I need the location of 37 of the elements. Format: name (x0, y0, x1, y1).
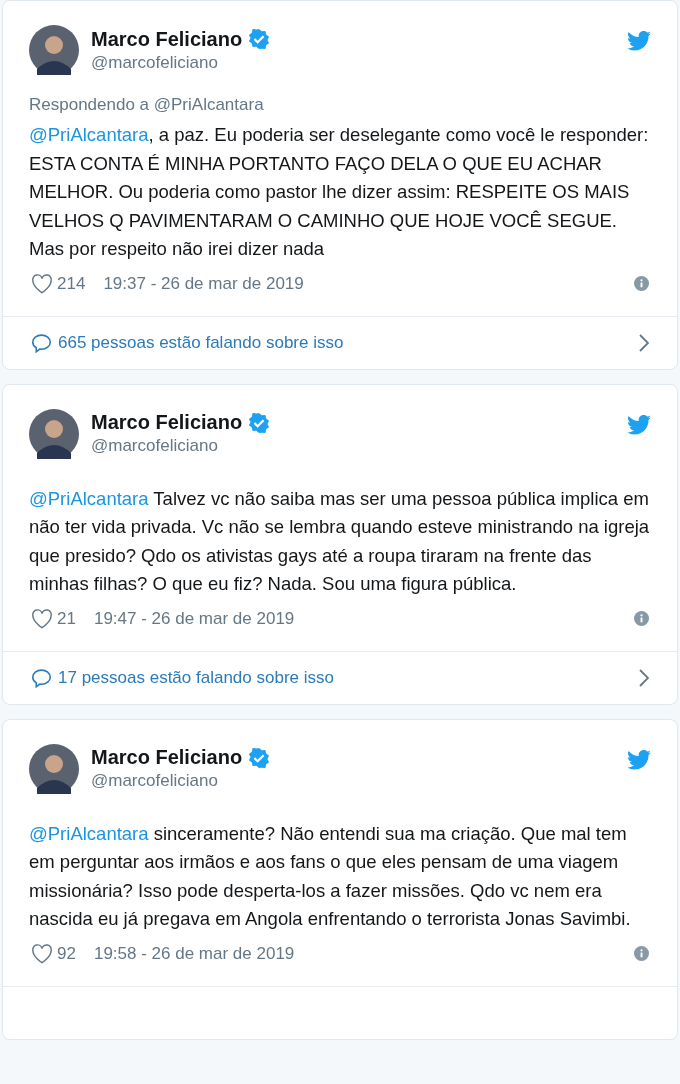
avatar-icon[interactable] (29, 25, 79, 75)
twitter-bird-icon[interactable] (627, 414, 651, 435)
tweet-text: @PriAlcantara, a paz. Eu poderia ser deselegante como você le responder: ESTA CONTA É MINHA PORTANTO FAÇO DELA O QUE EU ACHAR MELHOR. Ou poderia como pastor lhe dizer assim: RESPEITE OS MAIS VELHOS Q PAVIMENTARAM O CAMINHO QUE HOJE VOCÊ SEGUE. Mas por respeito não irei dizer nada (29, 123, 650, 261)
twitter-bird-icon[interactable] (627, 749, 651, 770)
user-handle[interactable]: @marcofeliciano (91, 52, 627, 73)
info-icon[interactable] (634, 946, 649, 961)
user-name[interactable]: Marco Feliciano (91, 27, 243, 51)
user-name[interactable]: Marco Feliciano (91, 411, 243, 434)
heart-icon[interactable] (31, 608, 53, 629)
tweet-timestamp[interactable]: 19:47 - 26 de mar de 2019 (93, 608, 634, 629)
tweet-timestamp[interactable]: 19:58 - 26 de mar de 2019 (93, 943, 634, 964)
conversation-link[interactable]: 665 pessoas estão falando sobre isso (58, 332, 639, 353)
conversation-link[interactable]: 17 pessoas estão falando sobre isso (58, 667, 639, 688)
mention-link[interactable]: @PriAlcantara (29, 487, 149, 509)
info-icon[interactable] (634, 276, 649, 291)
user-name[interactable]: Marco Feliciano (91, 746, 243, 769)
tweet-text: @PriAlcantara Talvez vc não saiba mas ser uma pessoa pública implica em não ter vida privada. Vc não se lembra quando esteve ministrando na igreja que presido? Qdo os ativistas gays até a roupa tiraram na frente das minhas filhas? O que eu fiz? Nada. Sou uma figura pública. (29, 486, 651, 596)
like-count: 92 (57, 943, 76, 964)
tweet-timestamp[interactable]: 19:37 - 26 de mar de 2019 (103, 273, 634, 294)
heart-icon[interactable] (31, 273, 53, 294)
twitter-bird-icon[interactable] (627, 31, 651, 51)
mention-link[interactable]: @PriAlcantara (29, 822, 149, 844)
info-icon[interactable] (634, 611, 649, 626)
user-handle[interactable]: @marcofeliciano (91, 436, 627, 456)
avatar-icon[interactable] (29, 408, 79, 459)
avatar-icon[interactable] (29, 743, 79, 794)
comment-icon[interactable] (31, 667, 52, 688)
comment-icon[interactable] (31, 332, 52, 353)
chevron-right-icon[interactable] (639, 668, 649, 687)
heart-icon[interactable] (31, 943, 53, 964)
tweet-text: @PriAlcantara sinceramente? Não entendi sua ma criação. Que mal tem em perguntar aos irmãos e aos fans o que eles pensam de uma viagem missionária? Isso pode desperta-los a fazer missões. Qdo vc nem era nascida eu já pregava em Angola enfrentando o terrorista Jonas Savimbi. (29, 821, 632, 931)
user-handle[interactable]: @marcofeliciano (91, 771, 627, 791)
like-count: 214 (57, 273, 86, 294)
mention-link[interactable]: @PriAlcantara (29, 124, 149, 145)
chevron-right-icon[interactable] (639, 333, 649, 352)
like-count: 21 (57, 608, 76, 629)
reply-context: Respondendo a @PriAlcantara (29, 95, 265, 115)
